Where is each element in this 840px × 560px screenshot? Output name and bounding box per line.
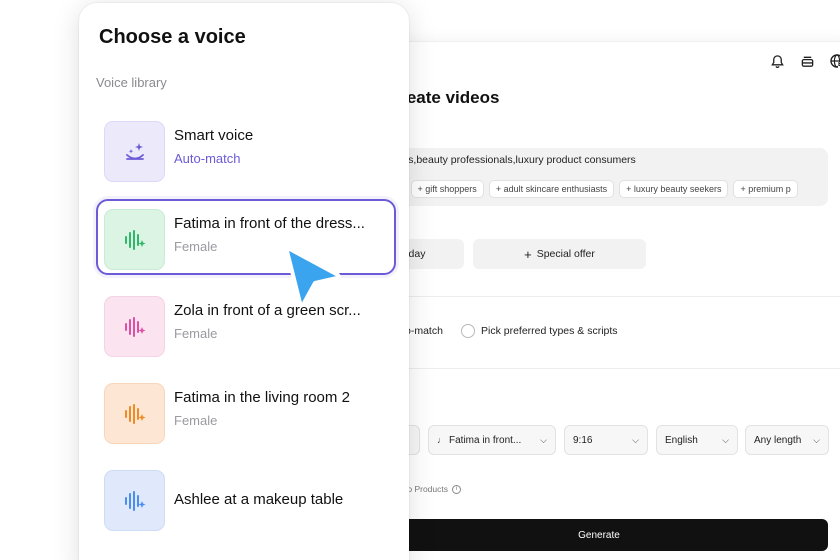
voice-meta: Female [174, 413, 218, 428]
audience-tag[interactable]: + gift shoppers [410, 180, 484, 198]
waveform-icon [104, 296, 165, 357]
products-footnote: to Products i [405, 484, 461, 494]
section-divider [370, 296, 840, 297]
voice-select[interactable]: ♩ Fatima in front... ⌵ [428, 425, 556, 455]
choose-voice-panel: Choose a voice Voice library Smart voice… [79, 3, 409, 560]
chevron-down-icon: ⌵ [540, 434, 547, 445]
aspect-ratio-select[interactable]: 9:16 ⌵ [564, 425, 648, 455]
target-audience-field[interactable]: sts,beauty professionals,luxury product … [370, 148, 828, 206]
voice-name: Smart voice [174, 127, 254, 144]
app-topbar: EN [768, 52, 840, 70]
length-value: Any length [754, 434, 802, 446]
length-select[interactable]: Any length ⌵ [745, 425, 829, 455]
pick-types-label: Pick preferred types & scripts [481, 325, 618, 337]
panel-title: Choose a voice [99, 26, 246, 48]
special-offer-label: Special offer [536, 248, 595, 260]
stack-icon[interactable] [798, 52, 816, 70]
sparkle-voice-icon [104, 121, 165, 182]
voice-item-fatima-dress[interactable]: Fatima in front of the dress... Female [96, 199, 396, 275]
voice-meta: Female [174, 326, 218, 341]
special-offer-chip[interactable]: + Special offer [473, 239, 646, 269]
language-value: English [665, 434, 698, 446]
waveform-icon [104, 383, 165, 444]
audience-tag[interactable]: + luxury beauty seekers [619, 180, 729, 198]
voice-meta: Auto-match [174, 151, 241, 166]
chevron-down-icon: ⌵ [632, 434, 639, 445]
day-chip-label: day [408, 248, 426, 260]
voice-item-fatima-living-room[interactable]: Fatima in the living room 2 Female [97, 373, 395, 449]
globe-language-icon[interactable]: EN [828, 52, 840, 70]
radio-circle[interactable] [461, 324, 475, 338]
waveform-icon [104, 470, 165, 531]
aspect-ratio-value: 9:16 [573, 434, 593, 446]
chevron-down-icon: ⌵ [813, 434, 820, 445]
generate-button[interactable]: Generate [370, 519, 828, 551]
pick-types-radio[interactable]: Pick preferred types & scripts [461, 324, 618, 338]
voice-select-value: Fatima in front... [449, 434, 522, 446]
voice-wave-icon: ♩ [437, 435, 446, 445]
audience-tag[interactable]: + premium p [733, 180, 798, 198]
bell-icon[interactable] [768, 52, 786, 70]
voice-meta: Female [174, 239, 218, 254]
voice-item-smart-voice[interactable]: Smart voice Auto-match [97, 111, 395, 187]
info-icon[interactable]: i [452, 484, 461, 494]
voice-name: Zola in front of a green scr... [174, 302, 361, 319]
voice-name: Fatima in front of the dress... [174, 215, 365, 232]
plus-icon: + [524, 246, 532, 262]
voice-item-zola[interactable]: Zola in front of a green scr... Female [97, 286, 395, 362]
chevron-down-icon: ⌵ [722, 434, 729, 445]
voice-name: Fatima in the living room 2 [174, 389, 350, 406]
footnote-text: to Products [405, 484, 448, 494]
auto-match-radio-label[interactable]: o-match [405, 325, 443, 337]
voice-name: Ashlee at a makeup table [174, 491, 344, 508]
audience-text: sts,beauty professionals,luxury product … [400, 154, 636, 166]
audience-tag[interactable]: + adult skincare enthusiasts [488, 180, 615, 198]
section-divider [370, 368, 840, 369]
generate-label: Generate [578, 529, 620, 541]
panel-subtitle: Voice library [96, 75, 167, 90]
voice-item-ashlee[interactable]: Ashlee at a makeup table [97, 460, 395, 536]
audience-tag-row: duals + gift shoppers + adult skincare e… [370, 180, 798, 198]
language-select[interactable]: English ⌵ [656, 425, 738, 455]
waveform-icon [104, 209, 165, 270]
